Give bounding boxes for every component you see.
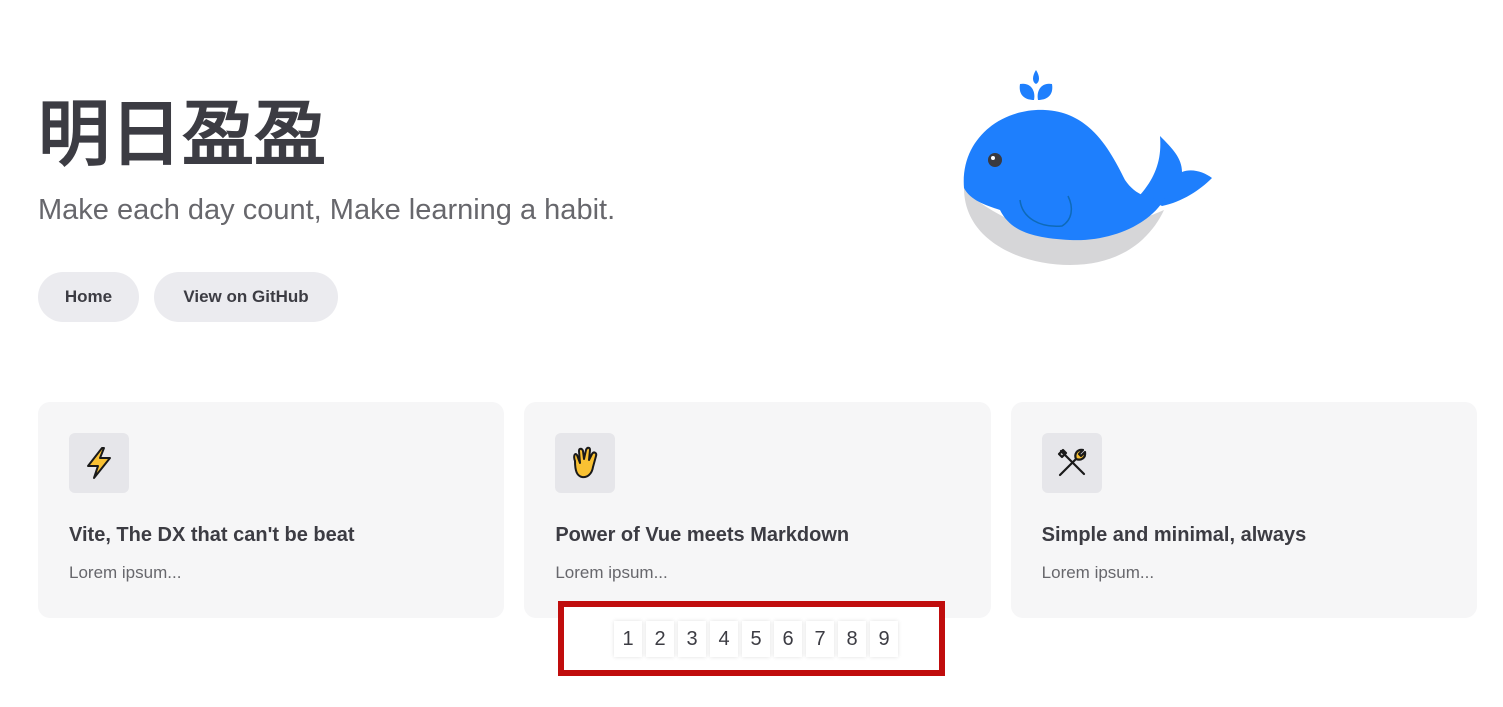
view-on-github-button[interactable]: View on GitHub [154, 272, 338, 322]
page-button-6[interactable]: 6 [774, 621, 802, 657]
feature-title: Power of Vue meets Markdown [555, 524, 850, 546]
hero-actions: Home View on GitHub [38, 272, 338, 322]
feature-card[interactable]: Simple and minimal, always Lorem ipsum..… [1010, 402, 1477, 618]
page-button-8[interactable]: 8 [838, 621, 866, 657]
feature-card[interactable]: Vite, The DX that can't be beat Lorem ip… [38, 402, 505, 618]
feature-card[interactable]: Power of Vue meets Markdown Lorem ipsum.… [524, 402, 991, 618]
page-button-3[interactable]: 3 [678, 621, 706, 657]
whale-illustration [963, 70, 1212, 265]
hero-tagline: Make each day count, Make learning a hab… [38, 194, 616, 226]
page-button-9[interactable]: 9 [870, 621, 898, 657]
water-spout-icon [1019, 70, 1053, 100]
home-button[interactable]: Home [38, 272, 139, 322]
page-button-7[interactable]: 7 [806, 621, 834, 657]
page-button-5[interactable]: 5 [742, 621, 770, 657]
feature-details: Lorem ipsum... [69, 563, 182, 582]
lightning-icon [69, 433, 129, 493]
feature-details: Lorem ipsum... [1041, 563, 1155, 582]
page-button-2[interactable]: 2 [646, 621, 674, 657]
feature-details: Lorem ipsum... [555, 563, 668, 582]
tools-icon [1041, 433, 1102, 493]
vulcan-salute-icon [555, 433, 616, 493]
page-button-4[interactable]: 4 [710, 621, 738, 657]
features-section: Vite, The DX that can't be beat Lorem ip… [38, 402, 1477, 618]
feature-title: Simple and minimal, always [1041, 524, 1307, 546]
hero-title: 明日盈盈 [38, 92, 327, 176]
pagination: 1 2 3 4 5 6 7 8 9 [614, 621, 898, 657]
page-button-1[interactable]: 1 [614, 621, 642, 657]
feature-title: Vite, The DX that can't be beat [69, 524, 355, 546]
